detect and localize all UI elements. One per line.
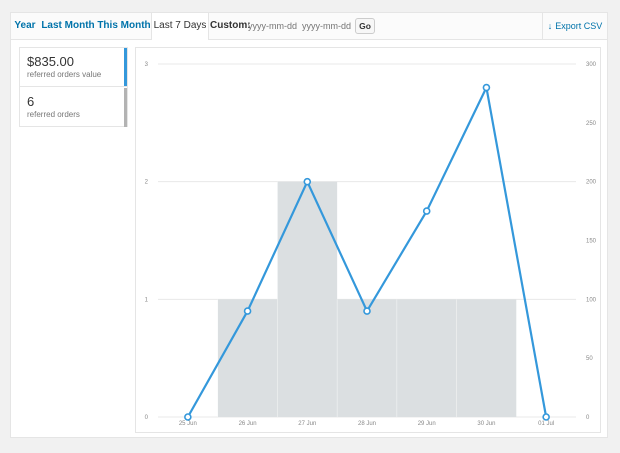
bar (217, 299, 278, 417)
y-left-tick-label: 1 (145, 297, 149, 303)
chart-svg: 0 1 2 3 0 50 100 150 200 250 300 25 Jun 26 Jun 27 Jun… (145, 62, 597, 427)
y-right-tick-label: 0 (586, 415, 590, 421)
legend-item-value[interactable]: $835.00 referred orders value (20, 48, 127, 87)
y-left-tick-label: 3 (145, 62, 149, 68)
custom-range: Custom: (210, 13, 251, 39)
x-tick-label: 28 Jun (358, 421, 376, 427)
legend-item-orders[interactable]: 6 referred orders (20, 88, 127, 127)
custom-range-label: Custom: (210, 20, 251, 31)
y-right-tick-label: 100 (586, 297, 597, 303)
legend-color-bar (124, 48, 127, 86)
x-tick-label: 01 Jul (538, 421, 554, 427)
legend-value: 6 (27, 94, 35, 109)
x-tick-label: 30 Jun (477, 421, 495, 427)
export-csv-label: Export CSV (555, 21, 603, 31)
start-date-input[interactable] (248, 19, 302, 33)
y-right-tick-label: 300 (586, 62, 597, 68)
legend-label: referred orders (27, 110, 80, 119)
y-right-tick-label: 250 (586, 121, 597, 127)
y-right-tick-label: 50 (586, 356, 593, 362)
y-left-tick-label: 0 (145, 415, 149, 421)
tab-this-month[interactable]: This Month (97, 13, 151, 39)
y-left-tick-label: 2 (145, 180, 149, 186)
y-right-tick-label: 200 (586, 180, 597, 186)
x-tick-label: 29 Jun (418, 421, 436, 427)
chart-legend: $835.00 referred orders value 6 referred… (19, 47, 128, 127)
data-point (542, 413, 550, 421)
data-point (184, 413, 192, 421)
tab-last-7-days[interactable]: Last 7 Days (151, 13, 209, 40)
x-tick-label: 26 Jun (239, 421, 257, 427)
bar (456, 299, 517, 417)
range-tab-bar: Year Last Month This Month Last 7 Days C… (11, 13, 607, 40)
chart-area: 0 1 2 3 0 50 100 150 200 250 300 25 Jun 26 Jun 27 Jun… (135, 47, 601, 433)
legend-label: referred orders value (27, 70, 102, 79)
bar (277, 181, 338, 417)
y-right-tick-label: 150 (586, 239, 597, 245)
data-point (363, 307, 371, 315)
legend-value: $835.00 (27, 54, 74, 69)
data-point (303, 177, 312, 186)
report-panel: Year Last Month This Month Last 7 Days C… (10, 12, 608, 438)
x-tick-label: 25 Jun (179, 421, 197, 427)
end-date-input[interactable] (302, 19, 354, 33)
bar (337, 299, 397, 417)
download-arrow-icon: ↓ (547, 21, 553, 31)
tab-last-month[interactable]: Last Month (41, 13, 95, 39)
bar (396, 299, 457, 417)
go-button[interactable]: Go (355, 18, 375, 34)
export-csv-button[interactable]: ↓ Export CSV (542, 13, 607, 39)
data-point (482, 83, 491, 92)
x-tick-label: 27 Jun (298, 421, 316, 427)
tab-year[interactable]: Year (11, 13, 39, 39)
data-point (243, 307, 252, 315)
data-point (422, 207, 431, 215)
legend-color-bar (124, 88, 127, 127)
